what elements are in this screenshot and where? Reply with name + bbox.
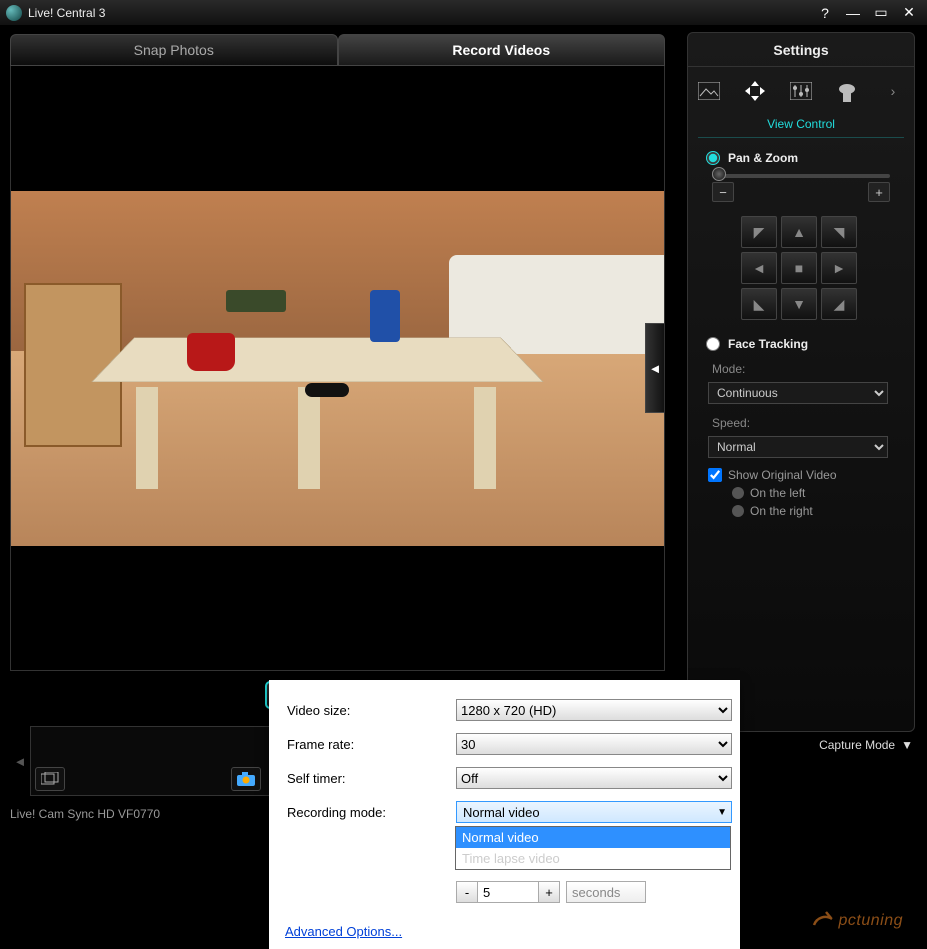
pan-zoom-label: Pan & Zoom (728, 151, 798, 165)
on-left-label: On the left (750, 486, 805, 500)
recording-mode-option-timelapse[interactable]: Time lapse video (456, 848, 730, 869)
more-settings-icon[interactable]: › (881, 79, 905, 103)
face-tracking-label: Face Tracking (728, 337, 808, 351)
maximize-button[interactable]: ▭ (867, 3, 895, 23)
zoom-slider[interactable] (712, 174, 890, 178)
self-timer-label: Self timer: (271, 762, 438, 794)
gallery-button[interactable] (35, 767, 65, 791)
video-preview (11, 191, 664, 546)
recording-mode-select[interactable]: Normal video ▼ (456, 801, 732, 823)
adjust-settings-icon[interactable] (789, 79, 813, 103)
help-button[interactable]: ? (811, 3, 839, 23)
pan-down-left[interactable]: ◣ (741, 288, 777, 320)
section-view-control: View Control (698, 113, 904, 138)
tab-record-videos[interactable]: Record Videos (338, 34, 666, 66)
pan-up-left[interactable]: ◤ (741, 216, 777, 248)
self-timer-select[interactable]: Off (456, 767, 732, 789)
ft-mode-select[interactable]: Continuous (708, 382, 888, 404)
image-settings-icon[interactable] (697, 79, 721, 103)
chevron-down-icon: ▼ (901, 738, 913, 752)
record-options-popup: Video size: 1280 x 720 (HD) Frame rate: … (269, 680, 740, 949)
timelapse-value[interactable]: 5 (478, 881, 538, 903)
show-original-label: Show Original Video (728, 468, 837, 482)
minimize-button[interactable]: ― (839, 3, 867, 23)
on-right-label: On the right (750, 504, 813, 518)
thumb-prev[interactable]: ◄ (10, 726, 30, 796)
on-right-radio[interactable] (732, 505, 744, 517)
advanced-options-link[interactable]: Advanced Options... (285, 924, 402, 939)
recording-mode-option-normal[interactable]: Normal video (456, 827, 730, 848)
window-title: Live! Central 3 (28, 6, 811, 20)
tab-snap-photos[interactable]: Snap Photos (10, 34, 338, 66)
pan-down[interactable]: ▼ (781, 288, 817, 320)
pan-right[interactable]: ► (821, 252, 857, 284)
show-original-checkbox[interactable] (708, 468, 722, 482)
recording-mode-label: Recording mode: (271, 796, 438, 828)
ft-speed-label: Speed: (688, 414, 914, 432)
on-left-radio[interactable] (732, 487, 744, 499)
ft-speed-select[interactable]: Normal (708, 436, 888, 458)
recording-mode-dropdown-list: Normal video Time lapse video (455, 826, 731, 870)
face-tracking-radio[interactable] (706, 337, 720, 351)
chevron-down-icon: ▼ (717, 807, 727, 818)
timelapse-decrement[interactable]: - (456, 881, 478, 903)
panel-collapse-handle[interactable]: ◄ (645, 323, 664, 413)
effects-icon[interactable] (835, 79, 859, 103)
timelapse-unit-select[interactable]: seconds (566, 881, 646, 903)
zoom-out-button[interactable]: − (712, 182, 734, 202)
pan-left[interactable]: ◄ (741, 252, 777, 284)
pan-zoom-radio[interactable] (706, 151, 720, 165)
pan-up[interactable]: ▲ (781, 216, 817, 248)
video-size-select[interactable]: 1280 x 720 (HD) (456, 699, 732, 721)
capture-mode-toggle[interactable]: Capture Mode ▼ (819, 738, 913, 752)
pan-center[interactable]: ■ (781, 252, 817, 284)
app-icon (6, 5, 22, 21)
frame-rate-label: Frame rate: (271, 728, 438, 760)
settings-header: Settings (688, 33, 914, 67)
view-control-icon[interactable] (743, 79, 767, 103)
camera-icon (237, 772, 255, 786)
pan-up-right[interactable]: ◥ (821, 216, 857, 248)
close-button[interactable]: ✕ (895, 3, 923, 23)
zoom-in-button[interactable]: + (868, 182, 890, 202)
frame-rate-select[interactable]: 30 (456, 733, 732, 755)
watermark: pctuning (812, 909, 903, 930)
device-name: Live! Cam Sync HD VF0770 (10, 807, 160, 821)
gallery-icon (41, 772, 59, 786)
ft-mode-label: Mode: (688, 360, 914, 378)
video-size-label: Video size: (271, 694, 438, 726)
timelapse-increment[interactable]: + (538, 881, 560, 903)
capture-snapshot-button[interactable] (231, 767, 261, 791)
pan-down-right[interactable]: ◢ (821, 288, 857, 320)
